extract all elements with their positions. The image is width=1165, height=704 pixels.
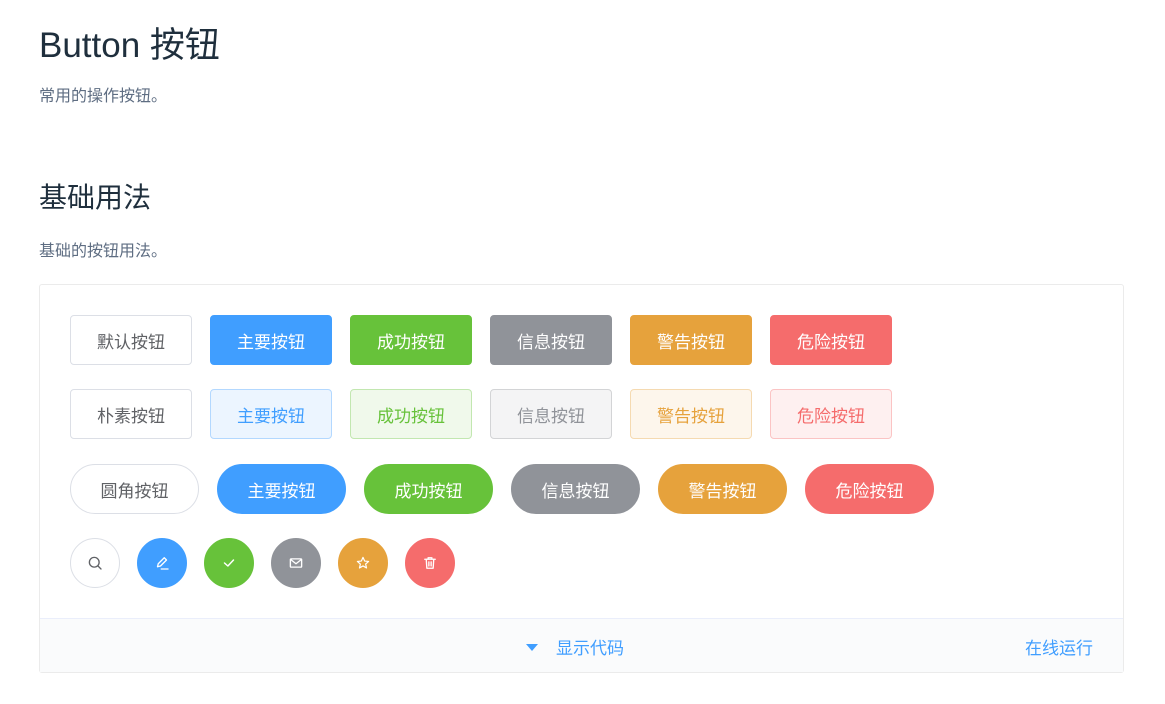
warning-button[interactable]: 警告按钮 — [630, 315, 752, 365]
section-description: 基础的按钮用法。 — [39, 243, 168, 260]
plain-info-button[interactable]: 信息按钮 — [490, 389, 612, 439]
circle-message-button[interactable] — [271, 538, 321, 588]
delete-icon — [424, 557, 436, 569]
round-default-button[interactable]: 圆角按钮 — [70, 464, 199, 514]
message-icon — [289, 558, 303, 568]
circle-check-button[interactable] — [204, 538, 254, 588]
caret-down-icon — [526, 643, 538, 651]
round-buttons-row: 圆角按钮 主要按钮 成功按钮 信息按钮 警告按钮 危险按钮 — [70, 464, 952, 514]
circle-search-button[interactable] — [70, 538, 120, 588]
search-icon — [88, 556, 102, 570]
plain-warning-button[interactable]: 警告按钮 — [630, 389, 752, 439]
plain-danger-button[interactable]: 危险按钮 — [770, 389, 892, 439]
page-description: 常用的操作按钮。 — [39, 88, 168, 105]
default-button[interactable]: 默认按钮 — [70, 315, 192, 365]
check-icon — [223, 559, 235, 567]
circle-edit-button[interactable] — [137, 538, 187, 588]
section-title: 基础用法 — [39, 182, 152, 213]
round-info-button[interactable]: 信息按钮 — [511, 464, 640, 514]
plain-success-button[interactable]: 成功按钮 — [350, 389, 472, 439]
star-icon — [356, 556, 370, 569]
default-buttons-row: 默认按钮 主要按钮 成功按钮 信息按钮 警告按钮 危险按钮 — [70, 315, 910, 365]
page-title: Button 按钮 — [39, 26, 220, 65]
plain-primary-button[interactable]: 主要按钮 — [210, 389, 332, 439]
circle-delete-button[interactable] — [405, 538, 455, 588]
circle-star-button[interactable] — [338, 538, 388, 588]
round-success-button[interactable]: 成功按钮 — [364, 464, 493, 514]
round-danger-button[interactable]: 危险按钮 — [805, 464, 934, 514]
show-code-label: 显示代码 — [556, 638, 624, 658]
info-button[interactable]: 信息按钮 — [490, 315, 612, 365]
circle-buttons-row — [70, 538, 472, 588]
show-code-toggle[interactable]: 显示代码 — [526, 619, 624, 673]
success-button[interactable]: 成功按钮 — [350, 315, 472, 365]
round-warning-button[interactable]: 警告按钮 — [658, 464, 787, 514]
demo-footer: 显示代码 在线运行 — [40, 618, 1123, 672]
round-primary-button[interactable]: 主要按钮 — [217, 464, 346, 514]
primary-button[interactable]: 主要按钮 — [210, 315, 332, 365]
plain-default-button[interactable]: 朴素按钮 — [70, 389, 192, 439]
danger-button[interactable]: 危险按钮 — [770, 315, 892, 365]
edit-icon — [156, 557, 169, 570]
run-online-link[interactable]: 在线运行 — [1025, 619, 1093, 673]
demo-block: 默认按钮 主要按钮 成功按钮 信息按钮 警告按钮 危险按钮 朴素按钮 主要按钮 … — [39, 284, 1124, 673]
plain-buttons-row: 朴素按钮 主要按钮 成功按钮 信息按钮 警告按钮 危险按钮 — [70, 389, 910, 439]
